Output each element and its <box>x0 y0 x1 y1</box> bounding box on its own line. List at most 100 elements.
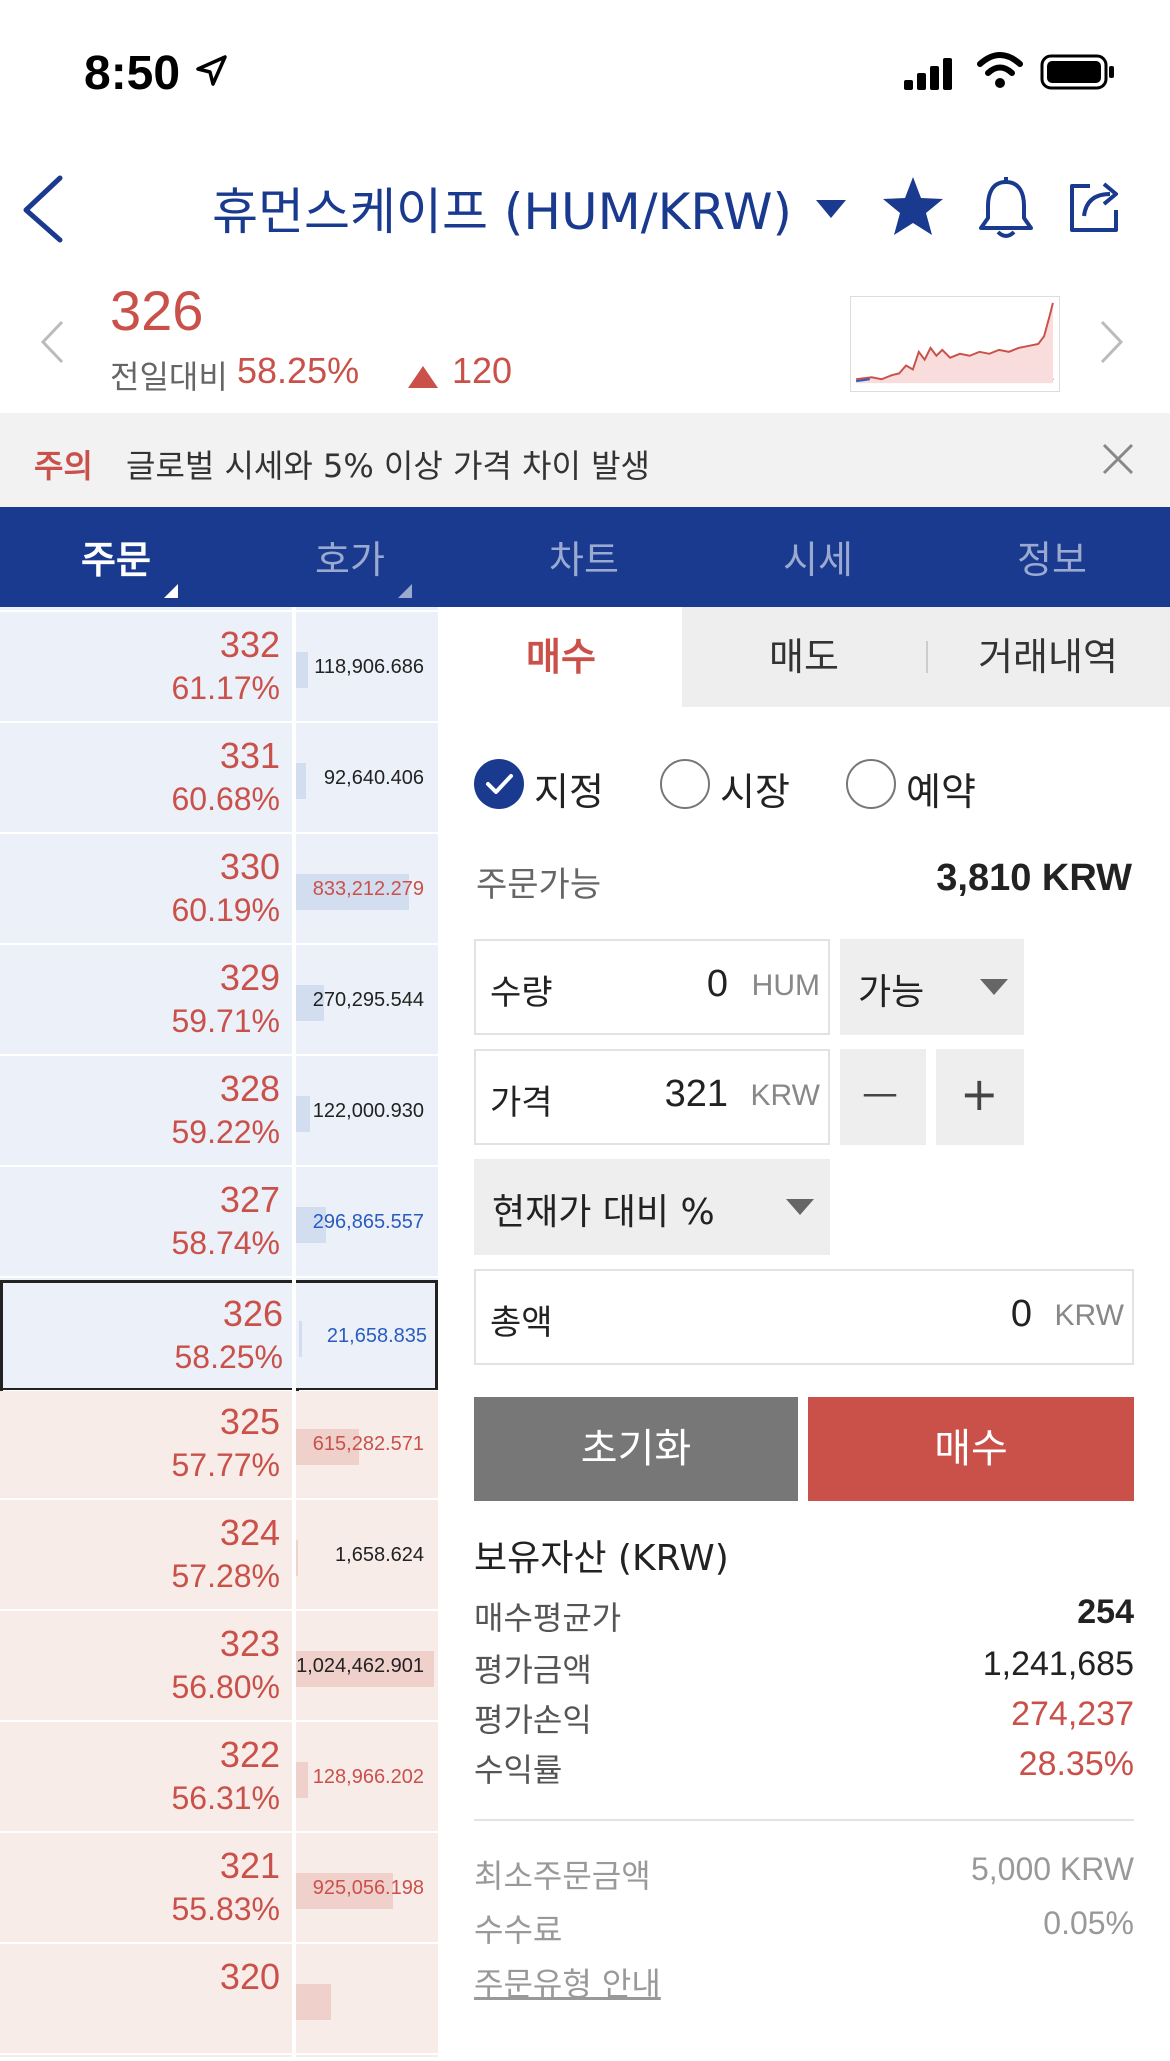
tab-quotes[interactable]: 호가 <box>260 529 440 598</box>
holding-row: 매수평균가 254 <box>474 1593 1134 1643</box>
price-cell: 321 55.83% <box>0 1835 292 1944</box>
radio-label: 지정 <box>534 770 604 814</box>
orderbook-change: 59.22% <box>171 1114 280 1150</box>
coin-title[interactable]: 휴먼스케이프 (HUM/KRW) <box>212 172 792 244</box>
orderbook-change: 59.71% <box>171 1003 280 1039</box>
orderbook-price: 330 <box>219 846 280 887</box>
warning-banner: 주의 글로벌 시세와 5% 이상 가격 차이 발생 <box>0 413 1170 507</box>
orderbook-change: 60.68% <box>171 781 280 817</box>
corner-marker <box>398 584 412 598</box>
orderbook-price: 324 <box>219 1512 280 1553</box>
share-icon[interactable] <box>1064 176 1124 236</box>
orderbook-price: 332 <box>219 624 280 665</box>
orderbook-change: 55.83% <box>171 1891 280 1927</box>
price-cell: 33361.65% <box>0 607 292 612</box>
volume-cell: 925,056.198 <box>296 1835 438 1944</box>
orderbook-row[interactable]: 324 57.28% 1,658.624 <box>0 1502 438 1613</box>
volume-cell <box>296 1946 438 2055</box>
volume-cell: 833,212.279 <box>296 836 438 945</box>
orderbook-row[interactable]: 332 61.17% 118,906.686 <box>0 614 438 725</box>
orderbook-volume: 118,906.686 <box>314 656 424 678</box>
price-field[interactable]: 가격 321 KRW <box>474 1049 830 1145</box>
volume-cell: 615,282.571 <box>296 1391 438 1500</box>
price-label: 가격 <box>490 1083 553 1123</box>
holding-value: 1,241,685 <box>982 1645 1134 1683</box>
orderbook-row[interactable]: 331 60.68% 92,640.406 <box>0 725 438 836</box>
mini-price-chart[interactable] <box>850 296 1060 392</box>
price-plus-button[interactable]: + <box>936 1049 1024 1145</box>
close-icon[interactable] <box>1102 443 1134 475</box>
change-amount: 120 <box>452 350 513 391</box>
price-cell: 322 56.31% <box>0 1724 292 1833</box>
quantity-option-select[interactable]: 가능 <box>840 939 1024 1035</box>
corner-marker <box>164 584 178 598</box>
orderbook-volume: 296,865.557 <box>312 1211 424 1233</box>
orderbook-row[interactable]: 329 59.71% 270,295.544 <box>0 947 438 1058</box>
holding-value: 28.35% <box>1018 1745 1134 1783</box>
orderbook-price: 327 <box>219 1179 280 1220</box>
orderbook-row[interactable]: 33361.65% 148,024.695 <box>0 607 438 614</box>
orderbook-change: 56.31% <box>171 1780 280 1816</box>
volume-cell: 1,024,462.901 <box>296 1613 438 1722</box>
tab-market[interactable]: 시세 <box>728 529 908 584</box>
orderbook-row[interactable]: 327 58.74% 296,865.557 <box>0 1169 438 1280</box>
available-value: 3,810 KRW <box>936 857 1132 899</box>
orderbook-row[interactable]: 322 56.31% 128,966.202 <box>0 1724 438 1835</box>
orderbook-row[interactable]: 320 <box>0 1946 438 2057</box>
up-triangle-icon <box>408 366 438 388</box>
total-value: 0 <box>1010 1293 1032 1335</box>
back-icon[interactable] <box>18 174 68 244</box>
favorite-star-icon[interactable] <box>880 174 946 240</box>
orderbook-volume: 615,282.571 <box>312 1433 424 1455</box>
quantity-field[interactable]: 수량 0 HUM <box>474 939 830 1035</box>
tab-info[interactable]: 정보 <box>962 529 1142 584</box>
orderbook-row-current[interactable]: 326 58.25% 21,658.835 <box>0 1280 440 1392</box>
wifi-icon <box>977 52 1023 88</box>
quantity-unit: HUM <box>751 969 820 1002</box>
price-value: 321 <box>664 1073 728 1115</box>
orderbook-row[interactable]: 325 57.77% 615,282.571 <box>0 1391 438 1502</box>
next-coin-icon[interactable] <box>1100 320 1124 364</box>
volume-bar <box>296 1096 310 1132</box>
price-minus-button[interactable]: — <box>840 1049 926 1145</box>
buy-button[interactable]: 매수 <box>808 1397 1134 1501</box>
price-cell: 326 58.25% <box>3 1283 295 1392</box>
holding-label: 평가손익 <box>474 1701 592 1739</box>
tab-order[interactable]: 주문 <box>26 529 206 598</box>
holding-row: 수익률 28.35% <box>474 1745 1134 1795</box>
chevron-down-icon <box>980 979 1008 995</box>
orderbook-price: 325 <box>219 1401 280 1442</box>
order-type-guide-link[interactable]: 주문유형 안내 <box>474 1959 661 2005</box>
tab-history[interactable]: 거래내역 <box>926 607 1170 707</box>
orderbook-row[interactable]: 323 56.80% 1,024,462.901 <box>0 1613 438 1724</box>
caret-down-icon[interactable] <box>816 200 846 220</box>
price-cell: 331 60.68% <box>0 725 292 834</box>
tab-buy[interactable]: 매수 <box>440 607 682 707</box>
orderbook-row[interactable]: 328 59.22% 122,000.930 <box>0 1058 438 1169</box>
tab-chart[interactable]: 차트 <box>494 529 674 584</box>
info-value: 5,000 KRW <box>970 1851 1134 1887</box>
main-tab-bar: 주문 호가 차트 시세 정보 <box>0 507 1170 607</box>
bell-icon[interactable] <box>976 176 1036 240</box>
reset-button[interactable]: 초기화 <box>474 1397 798 1501</box>
prev-coin-icon[interactable] <box>40 320 64 364</box>
orderbook-volume: 833,212.279 <box>312 878 424 900</box>
percent-select[interactable]: 현재가 대비 % <box>474 1159 830 1255</box>
price-unit: KRW <box>750 1079 820 1112</box>
quantity-label: 수량 <box>490 973 553 1013</box>
volume-cell: 122,000.930 <box>296 1058 438 1167</box>
total-field[interactable]: 총액 0 KRW <box>474 1269 1134 1365</box>
orderbook-price: 323 <box>219 1623 280 1664</box>
volume-bar <box>296 1984 331 2020</box>
tab-divider <box>926 641 928 673</box>
tab-label: 주문 <box>81 538 151 582</box>
price-cell: 330 60.19% <box>0 836 292 945</box>
orderbook-volume: 1,658.624 <box>335 1544 424 1566</box>
cellular-signal-icon <box>904 58 952 90</box>
tab-sell[interactable]: 매도 <box>682 607 926 707</box>
orderbook-row[interactable]: 330 60.19% 833,212.279 <box>0 836 438 947</box>
warning-tag: 주의 <box>34 447 93 485</box>
orderbook-row[interactable]: 321 55.83% 925,056.198 <box>0 1835 438 1946</box>
chevron-down-icon <box>786 1199 814 1215</box>
holdings-title: 보유자산 (KRW) <box>474 1538 729 1579</box>
